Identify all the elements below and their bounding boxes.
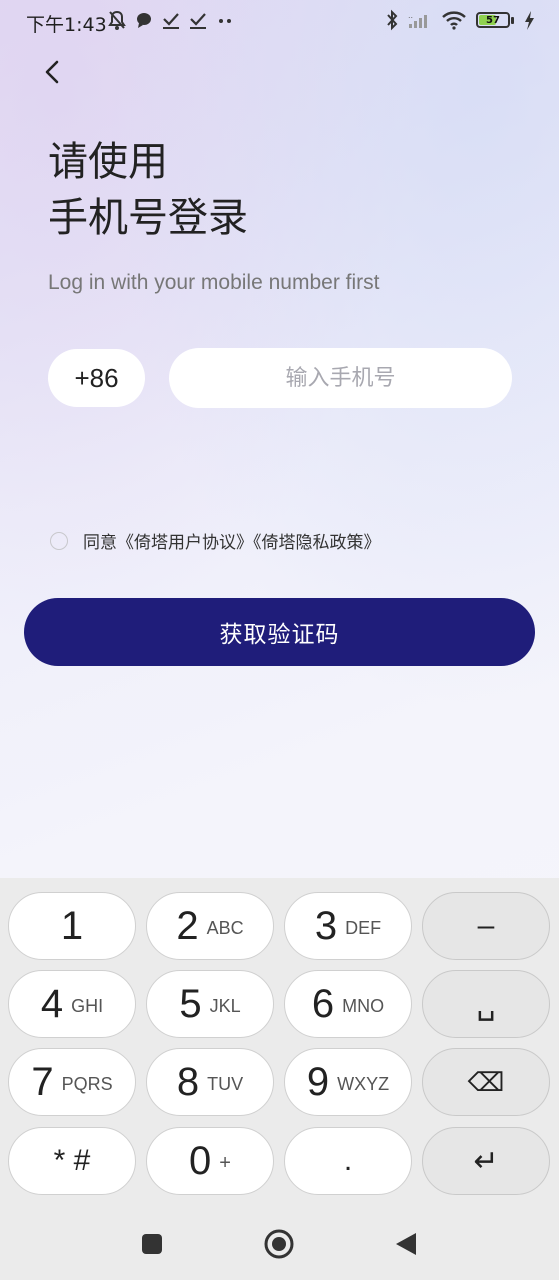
enter-icon: ↵: [473, 1144, 499, 1178]
get-verification-code-button[interactable]: 获取验证码: [24, 598, 535, 666]
agreement-row[interactable]: 同意《倚塔用户协议》《倚塔隐私政策》: [50, 528, 381, 553]
status-time: 下午1:43: [26, 14, 107, 36]
phone-number-input[interactable]: [169, 348, 512, 408]
recent-apps-button[interactable]: [136, 1228, 168, 1260]
key-8[interactable]: 8 TUV: [146, 1048, 274, 1116]
wifi-icon: [442, 11, 466, 30]
key-2[interactable]: 2 ABC: [146, 892, 274, 960]
key-5[interactable]: 5 JKL: [146, 970, 274, 1038]
background-glow: [0, 0, 559, 880]
key-4[interactable]: 4 GHI: [8, 970, 136, 1038]
agreement-text[interactable]: 同意《倚塔用户协议》《倚塔隐私政策》: [83, 528, 381, 553]
more-dots-icon: [219, 19, 231, 23]
backspace-icon: ⌫: [467, 1066, 505, 1097]
charging-icon: [525, 11, 534, 30]
battery-icon: 57: [476, 12, 514, 28]
back-button[interactable]: [36, 56, 68, 88]
key-9[interactable]: 9 WXYZ: [284, 1048, 412, 1116]
key-backspace[interactable]: ⌫: [422, 1048, 550, 1116]
chevron-left-icon: [45, 60, 59, 84]
system-nav-bar: [0, 1208, 559, 1280]
svg-text:..: ..: [408, 11, 413, 20]
numeric-keyboard: 1 2 ABC 3 DEF – 4 GHI 5 JKL 6 MNO ␣ 7 PQ…: [0, 878, 559, 1208]
mute-bell-icon: [108, 10, 126, 30]
home-icon: [264, 1229, 294, 1259]
key-6[interactable]: 6 MNO: [284, 970, 412, 1038]
key-7[interactable]: 7 PQRS: [8, 1048, 136, 1116]
country-code-selector[interactable]: +86: [48, 349, 145, 407]
system-icons: .. 57: [385, 9, 535, 31]
status-bar: 下午1:43 .. 57: [0, 0, 559, 42]
notification-icons: [108, 9, 234, 31]
recent-apps-icon: [142, 1234, 162, 1254]
key-enter[interactable]: ↵: [422, 1127, 550, 1195]
key-1[interactable]: 1: [8, 892, 136, 960]
key-dash[interactable]: –: [422, 892, 550, 960]
chat-bubble-icon: [137, 13, 151, 28]
back-triangle-icon: [396, 1233, 416, 1255]
page-title: 请使用 手机号登录: [48, 134, 248, 246]
key-dot[interactable]: .: [284, 1127, 412, 1195]
bluetooth-icon: [387, 9, 398, 31]
key-star-hash[interactable]: * #: [8, 1127, 136, 1195]
page-subtitle: Log in with your mobile number first: [48, 271, 380, 294]
key-3[interactable]: 3 DEF: [284, 892, 412, 960]
agreement-checkbox[interactable]: [50, 531, 68, 550]
home-button[interactable]: [263, 1228, 295, 1260]
back-nav-button[interactable]: [390, 1228, 422, 1260]
check-icon: [163, 13, 179, 29]
check-icon: [190, 13, 206, 29]
key-space[interactable]: ␣: [422, 970, 550, 1038]
title-line-2: 手机号登录: [48, 195, 248, 241]
title-line-1: 请使用: [48, 139, 168, 185]
key-0[interactable]: 0 +: [146, 1127, 274, 1195]
signal-icon: ..: [408, 11, 427, 28]
